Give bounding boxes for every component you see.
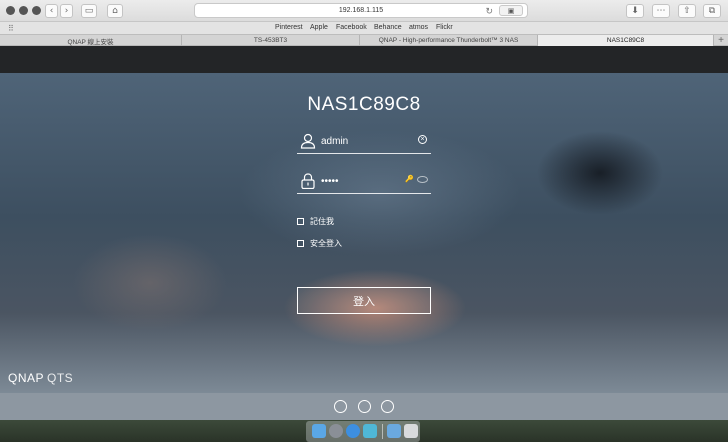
bookmark-item[interactable]: Flickr (436, 24, 453, 31)
tab-nas-login[interactable]: NAS1C89C8 (538, 35, 714, 46)
tab-label: QNAP - High-performance Thunderbolt™ 3 N… (378, 37, 519, 44)
address-url: 192.168.1.115 (338, 7, 384, 14)
login-page: NAS1C89C8 × 🔑 記住我 安全登入 (0, 46, 728, 420)
password-field[interactable]: 🔑 (297, 171, 431, 194)
reload-icon[interactable]: ↻ (485, 6, 493, 17)
brand-qts: QTS (47, 371, 74, 385)
secure-login-row[interactable]: 安全登入 (297, 238, 342, 249)
folder-icon[interactable] (387, 424, 401, 438)
dock (306, 421, 420, 442)
tabs-overview-button[interactable]: ⧉ (703, 4, 721, 18)
user-icon (300, 133, 316, 149)
zoom-window-button[interactable] (32, 6, 41, 15)
secure-login-label: 安全登入 (310, 239, 342, 248)
address-bar[interactable]: 192.168.1.115 ↻ ▣ (194, 3, 528, 18)
bookmarks-grid-icon[interactable]: ⠿ (8, 24, 14, 33)
new-tab-button[interactable]: + (718, 35, 724, 46)
qnap-qts-logo: QNAP QTS (8, 371, 73, 385)
safari-icon[interactable] (346, 424, 360, 438)
remember-me-checkbox[interactable] (297, 218, 304, 225)
tab-bar: QNAP 線上安裝 TS-453BT3 QNAP - High-performa… (0, 34, 728, 46)
reader-button[interactable]: ▣ (499, 5, 523, 16)
dock-separator (382, 424, 383, 439)
brand-qnap: QNAP (8, 371, 45, 385)
downloads-button[interactable]: ⬇ (626, 4, 644, 18)
username-field[interactable]: × (297, 131, 431, 154)
tab-label: QNAP 線上安裝 (67, 38, 114, 46)
search-icon[interactable] (358, 400, 371, 413)
device-name-title: NAS1C89C8 (307, 94, 421, 115)
clear-icon[interactable]: × (418, 135, 427, 144)
key-icon: 🔑 (405, 176, 414, 183)
trash-icon[interactable] (404, 424, 418, 438)
bookmark-item[interactable]: atmos (409, 24, 428, 31)
bookmark-item[interactable]: Pinterest (275, 24, 303, 31)
blurred-background (0, 73, 728, 393)
bookmark-item[interactable]: Apple (310, 24, 328, 31)
bookmark-item[interactable]: Behance (374, 24, 402, 31)
minimize-window-button[interactable] (19, 6, 28, 15)
extensions-button[interactable]: ⋯ (652, 4, 670, 18)
bookmark-item[interactable]: Facebook (336, 24, 367, 31)
tab-ts-453bt3[interactable]: TS-453BT3 (182, 35, 360, 46)
tab-label: TS-453BT3 (253, 37, 288, 44)
tab-qnap-thunderbolt[interactable]: QNAP - High-performance Thunderbolt™ 3 N… (360, 35, 538, 46)
qfinder-icon[interactable] (334, 400, 347, 413)
browser-toolbar: ‹ › ▭ ⌂ 192.168.1.115 ↻ ▣ ⬇ ⋯ ⇧ ⧉ (0, 0, 728, 22)
forward-button[interactable]: › (60, 4, 73, 18)
home-button[interactable]: ⌂ (107, 4, 123, 18)
eye-icon[interactable] (417, 176, 428, 183)
lock-icon (301, 173, 315, 189)
share-button[interactable]: ⇧ (678, 4, 696, 18)
app-store-icon[interactable] (381, 400, 394, 413)
sidebar-button[interactable]: ▭ (81, 4, 97, 18)
close-window-button[interactable] (6, 6, 15, 15)
page-top-bar (0, 46, 728, 73)
qfinder-app-icon[interactable] (363, 424, 377, 438)
browser-window: ‹ › ▭ ⌂ 192.168.1.115 ↻ ▣ ⬇ ⋯ ⇧ ⧉ ⠿ Pint… (0, 0, 728, 442)
finder-icon[interactable] (312, 424, 326, 438)
back-button[interactable]: ‹ (45, 4, 58, 18)
remember-me-row[interactable]: 記住我 (297, 216, 334, 227)
tab-qnap-install[interactable]: QNAP 線上安裝 (0, 35, 182, 46)
remember-me-label: 記住我 (310, 217, 334, 226)
launchpad-icon[interactable] (329, 424, 343, 438)
tab-label: NAS1C89C8 (606, 37, 645, 44)
secure-login-checkbox[interactable] (297, 240, 304, 247)
username-input[interactable] (321, 133, 411, 149)
login-button[interactable]: 登入 (297, 287, 431, 314)
password-input[interactable] (321, 173, 411, 189)
bookmarks-bar: ⠿ Pinterest Apple Facebook Behance atmos… (0, 22, 728, 34)
